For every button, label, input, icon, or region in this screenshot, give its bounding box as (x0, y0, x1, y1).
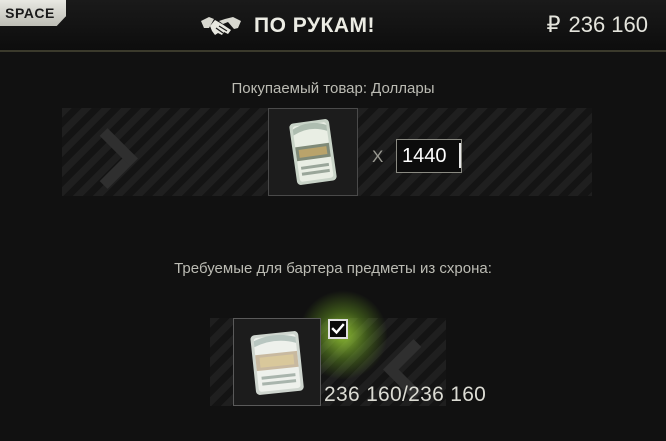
handshake-icon (201, 17, 241, 35)
checkmark-icon (331, 323, 345, 335)
barter-item-count: 236 160/236 160 (324, 383, 487, 406)
space-key-hint[interactable]: SPACE (0, 0, 66, 26)
quantity-input[interactable] (396, 139, 462, 173)
roubles-bundle-icon (250, 331, 304, 395)
header-bar: SPACE ПО РУКАМ! ₽ 236 160 (0, 0, 666, 52)
deal-title: ПО РУКАМ! (254, 14, 376, 37)
trade-screen: SPACE ПО РУКАМ! ₽ 236 160 Покупаемый тов… (0, 0, 666, 441)
purchase-item-slot[interactable] (268, 108, 358, 196)
currency-symbol: ₽ (546, 12, 561, 37)
multiplier-sign: X (372, 147, 384, 166)
barter-items-label: Требуемые для бартера предметы из схрона… (174, 260, 492, 277)
text-caret (459, 143, 461, 168)
barter-item-slot[interactable] (233, 318, 321, 406)
barter-item-checkbox[interactable] (328, 319, 348, 339)
purchase-item-label: Покупаемый товар: Доллары (231, 80, 435, 97)
balance-display: ₽ 236 160 (546, 12, 648, 38)
dollars-bundle-icon (289, 119, 337, 185)
balance-value: 236 160 (568, 12, 648, 37)
deal-button[interactable]: ПО РУКАМ! (200, 10, 375, 42)
